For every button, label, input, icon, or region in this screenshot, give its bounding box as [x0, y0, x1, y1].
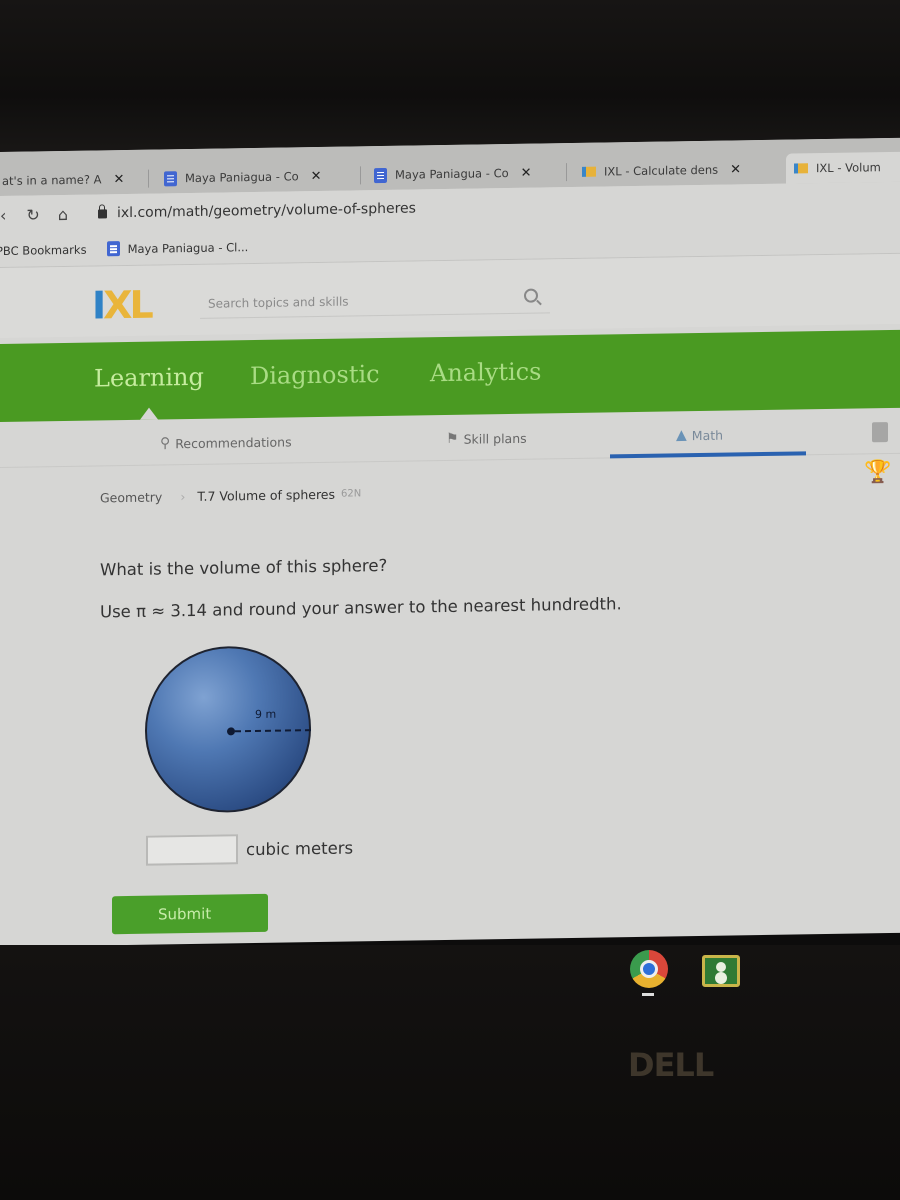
tab-divider — [148, 169, 149, 188]
home-icon[interactable]: ⌂ — [58, 204, 68, 223]
skill-plans-icon: ⚑ — [446, 430, 459, 447]
nav-learning[interactable]: Learning — [94, 363, 204, 393]
close-icon[interactable]: ✕ — [521, 165, 532, 180]
bookmark-maya-paniagua[interactable]: Maya Paniagua - Cl... — [97, 239, 259, 257]
unit-label: cubic meters — [246, 837, 354, 859]
bookmark-label: PBC Bookmarks — [0, 242, 87, 258]
trophy-icon[interactable]: 🏆 — [864, 460, 891, 485]
sub-nav-label: Skill plans — [463, 430, 527, 447]
search-input[interactable] — [200, 291, 500, 311]
ixl-icon — [582, 166, 596, 177]
address-bar[interactable]: ixl.com/math/geometry/volume-of-spheres — [117, 200, 416, 221]
radius-label: 9 m — [255, 707, 277, 721]
breadcrumb-current-skill: T.7 Volume of spheres — [197, 486, 336, 504]
tab-title: IXL - Volum — [816, 160, 881, 176]
chrome-icon[interactable] — [630, 950, 668, 988]
tab-title: IXL - Calculate dens — [604, 162, 719, 179]
back-icon[interactable]: ‹ — [0, 205, 6, 224]
nav-analytics[interactable]: Analytics — [430, 357, 541, 387]
logo-xl: XL — [103, 282, 151, 328]
sub-nav-label: Recommendations — [175, 433, 292, 451]
monitor-bezel-top — [0, 0, 900, 160]
running-indicator — [642, 993, 654, 996]
tab-2[interactable]: Maya Paniagua - Co ✕ — [366, 158, 540, 191]
logo-i: I — [92, 283, 104, 328]
tab-3[interactable]: IXL - Calculate dens ✕ — [574, 154, 749, 187]
tab-title: Maya Paniagua - Co — [395, 166, 509, 182]
tab-divider — [566, 163, 567, 182]
sub-nav-math[interactable]: ▲ Math — [676, 427, 724, 444]
breadcrumb: Geometry › T.7 Volume of spheres 62N — [100, 486, 362, 506]
sub-nav-recommendations[interactable]: ⚲ Recommendations — [160, 433, 292, 452]
monitor-bezel-bottom — [0, 945, 900, 1200]
ixl-icon — [794, 163, 808, 174]
recommendations-icon: ⚲ — [160, 435, 171, 452]
google-docs-icon — [106, 241, 120, 257]
close-icon[interactable]: ✕ — [730, 162, 741, 177]
breadcrumb-separator: › — [180, 489, 186, 505]
instruction-text: Use π ≈ 3.14 and round your answer to th… — [100, 594, 622, 622]
sub-nav-label: Math — [691, 427, 724, 443]
lock-icon — [97, 208, 107, 218]
search-box — [200, 283, 550, 319]
sphere-figure: 9 m — [145, 645, 311, 814]
trash-icon[interactable] — [872, 422, 888, 443]
pyramid-icon: ▲ — [676, 427, 687, 444]
active-nav-caret — [140, 407, 158, 420]
question-text: What is the volume of this sphere? — [100, 555, 388, 580]
search-icon[interactable] — [524, 288, 538, 303]
bookmark-pbc[interactable]: PBC Bookmarks — [0, 242, 97, 258]
breadcrumb-geometry[interactable]: Geometry — [100, 489, 162, 505]
bookmark-label: Maya Paniagua - Cl... — [127, 239, 249, 256]
dell-logo: DELL — [628, 1046, 714, 1084]
main-nav: Learning Diagnostic Analytics — [0, 329, 900, 422]
close-icon[interactable]: ✕ — [311, 168, 322, 183]
skill-code: 62N — [341, 488, 362, 500]
radius-line — [235, 729, 311, 733]
tab-divider — [360, 166, 361, 185]
google-docs-icon — [164, 170, 177, 186]
reload-icon[interactable]: ↻ — [26, 205, 39, 224]
ixl-header: IXL — [0, 253, 900, 338]
answer-input[interactable] — [146, 834, 238, 866]
sphere-center-dot — [227, 727, 235, 736]
screen: at's in a name? A ✕ Maya Paniagua - Co ✕… — [0, 137, 900, 947]
tab-title: at's in a name? A — [2, 172, 102, 188]
tab-4-active[interactable]: IXL - Volum — [786, 151, 900, 184]
nav-diagnostic[interactable]: Diagnostic — [250, 360, 380, 390]
tab-title: Maya Paniagua - Co — [185, 169, 299, 186]
submit-button[interactable]: Submit — [112, 893, 268, 935]
sub-nav-skill-plans[interactable]: ⚑ Skill plans — [446, 430, 527, 447]
answer-row: cubic meters — [146, 832, 354, 866]
ixl-logo[interactable]: IXL — [92, 282, 151, 328]
close-icon[interactable]: ✕ — [113, 172, 124, 187]
active-tab-underline — [610, 451, 806, 459]
tab-1[interactable]: Maya Paniagua - Co ✕ — [156, 161, 330, 194]
tab-0[interactable]: at's in a name? A ✕ — [0, 164, 132, 196]
google-docs-icon — [374, 167, 387, 183]
google-classroom-icon[interactable] — [702, 955, 740, 987]
